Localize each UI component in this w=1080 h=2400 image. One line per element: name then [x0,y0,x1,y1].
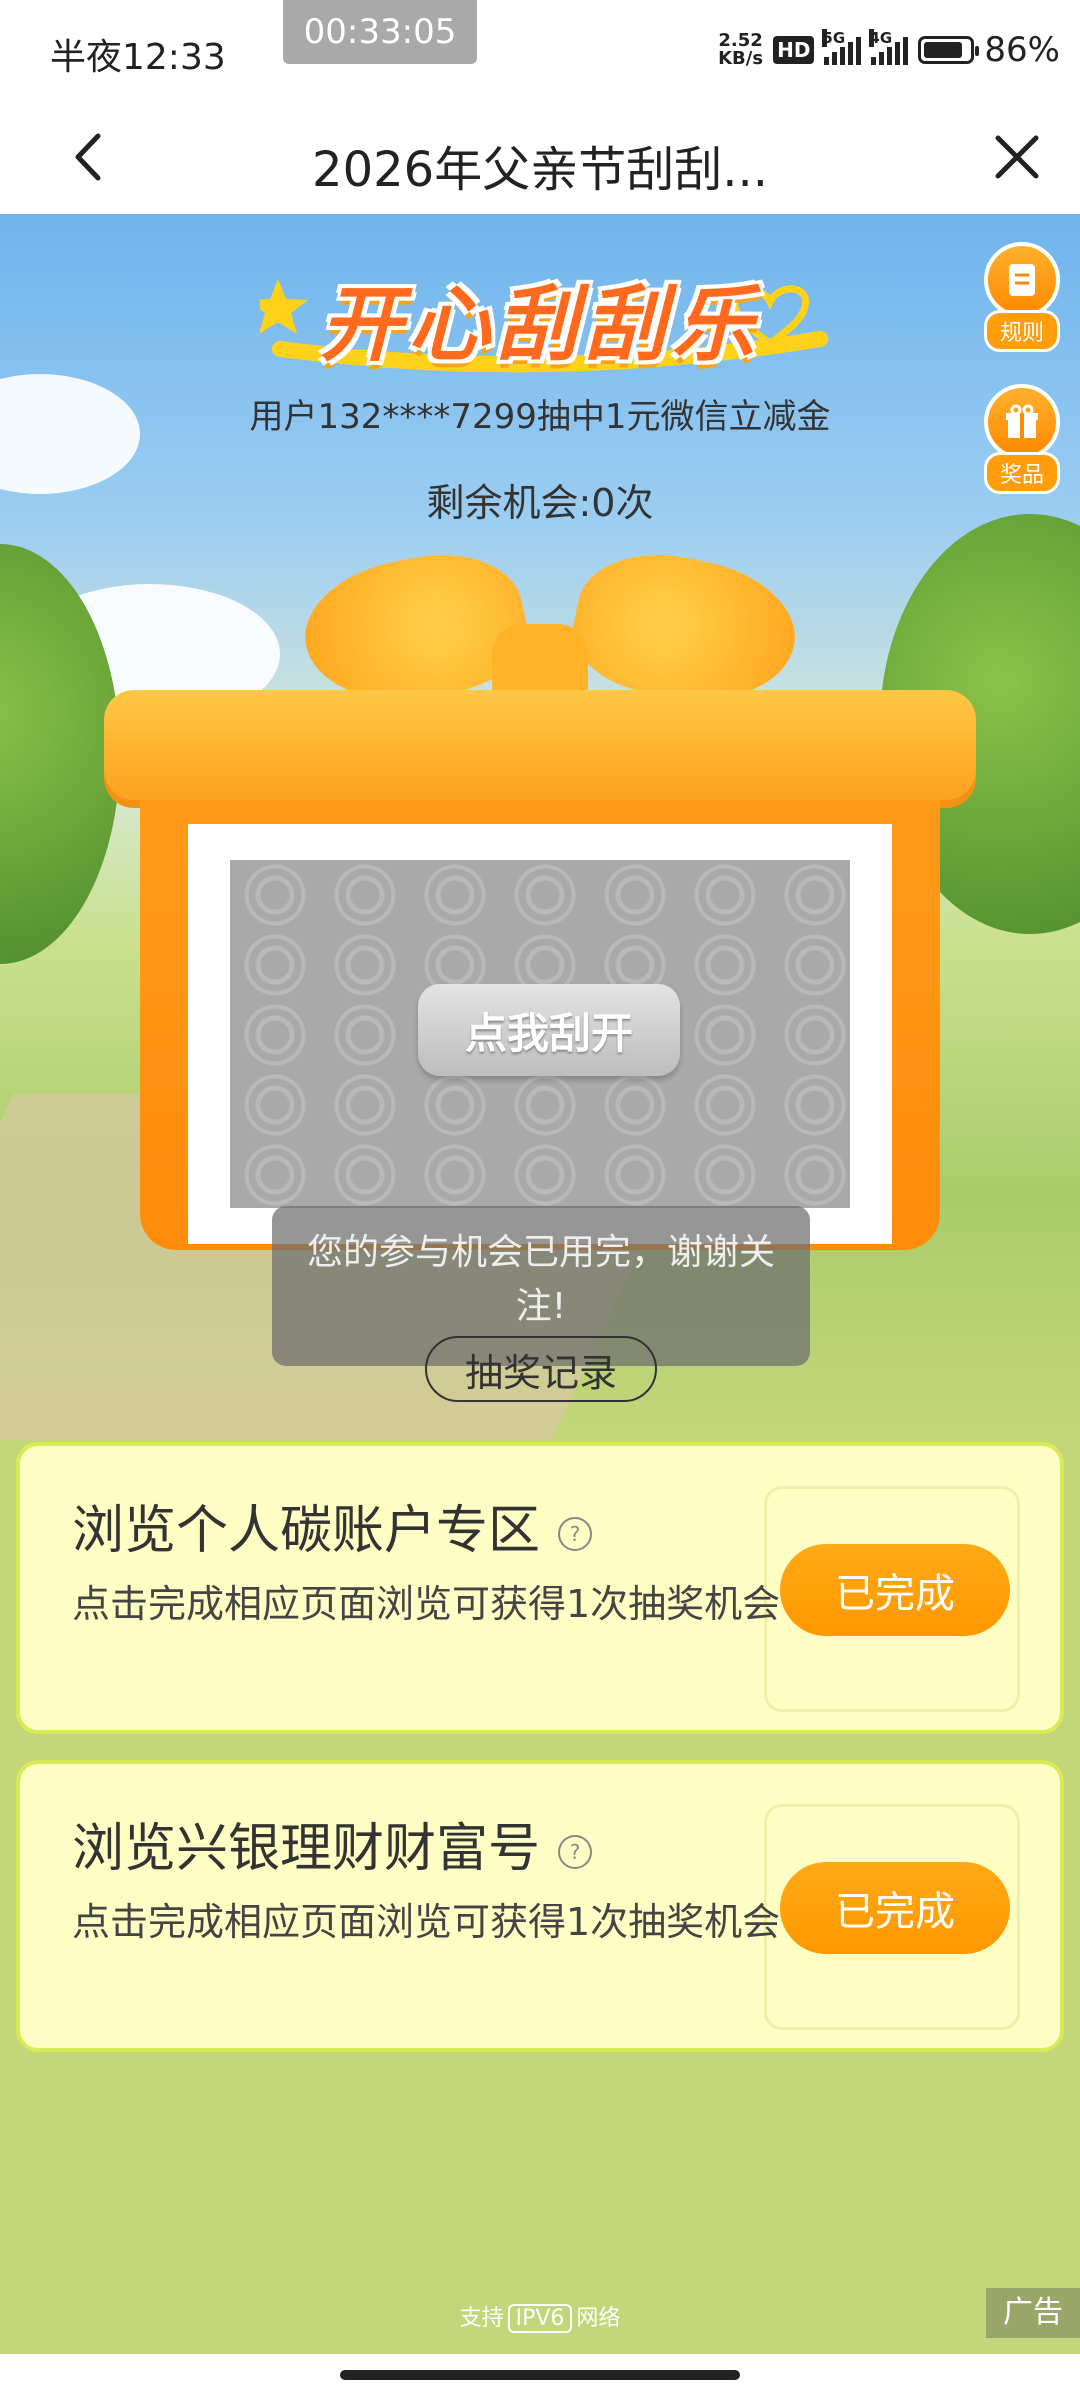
task-title-text: 浏览个人碳账户专区 [72,1501,541,1561]
status-time: 半夜12:33 [50,37,226,78]
remaining-chances: 剩余机会:0次 [426,481,654,525]
battery-text: 86% [984,30,1060,70]
home-gesture-handle[interactable] [340,2370,740,2380]
footer-suffix: 网络 [576,2306,621,2331]
lottery-record-button[interactable]: 抽奖记录 [425,1336,657,1402]
signal-5g-icon: 5G [822,29,862,65]
task-description: 点击完成相应页面浏览可获得1次抽奖机会 [72,1900,781,1944]
logo-text: 开心刮刮乐 [320,278,760,373]
task-card: 浏览兴银理财财富号? 点击完成相应页面浏览可获得1次抽奖机会 已完成 [16,1760,1064,2052]
battery-icon [918,36,980,64]
back-button[interactable] [58,122,128,192]
chevron-left-icon [75,133,101,181]
task-title: 浏览个人碳账户专区? [72,1488,593,1563]
battery-fill [924,42,963,58]
footer-prefix: 支持 [459,2306,504,2331]
scratch-ticket: 点我刮开 [188,824,892,1244]
task-title: 浏览兴银理财财富号? [72,1806,593,1881]
network-speed: 2.52 KB/s [718,32,763,68]
status-icons: 2.52 KB/s HD 5G 4G 86% [718,26,1060,74]
rules-button[interactable]: 规则 [984,242,1060,352]
gift-box-lid [104,690,976,800]
close-button[interactable] [982,122,1052,192]
hd-badge: HD [773,36,815,64]
task-completed-button[interactable]: 已完成 [780,1544,1010,1636]
recording-timer: 00:33:05 [283,0,477,64]
ad-label[interactable]: 广告 [986,2288,1080,2338]
document-icon [984,242,1060,318]
status-bar: 半夜12:33 00:33:05 2.52 KB/s HD 5G 4G 86% [0,0,1080,100]
rules-label: 规则 [984,310,1060,352]
game-logo: 开心刮刮乐 [260,244,840,374]
scratch-area[interactable]: 点我刮开 [230,860,850,1208]
ipv6-badge: IPV6 [507,2304,573,2333]
close-icon [995,135,1039,179]
system-nav-bar [0,2354,1080,2400]
question-icon[interactable]: ? [558,1835,593,1869]
network-speed-unit: KB/s [718,48,764,69]
winner-marquee: 用户132****7299抽中1元微信立减金 [249,397,831,437]
page-title: 2026年父亲节刮刮... [312,142,768,198]
nav-header: 2026年父亲节刮刮... [0,100,1080,214]
signal-4g-label: 4G [869,29,893,47]
task-title-text: 浏览兴银理财财富号 [72,1819,541,1879]
signal-4g-icon: 4G [869,29,909,65]
task-completed-button[interactable]: 已完成 [780,1862,1010,1954]
signal-5g-label: 5G [822,29,846,47]
hero-area: 开心刮刮乐 规则 奖品 用户132****7299抽中1元微信立减金 剩余机会:… [0,214,1080,1440]
task-description: 点击完成相应页面浏览可获得1次抽奖机会 [72,1582,781,1626]
question-icon[interactable]: ? [558,1517,593,1551]
gift-box: 点我刮开 [140,800,940,1250]
scratch-button[interactable]: 点我刮开 [418,984,680,1076]
ipv6-support-footer: 支持 IPV6 网络 [0,2300,1080,2333]
task-card: 浏览个人碳账户专区? 点击完成相应页面浏览可获得1次抽奖机会 已完成 [16,1442,1064,1734]
